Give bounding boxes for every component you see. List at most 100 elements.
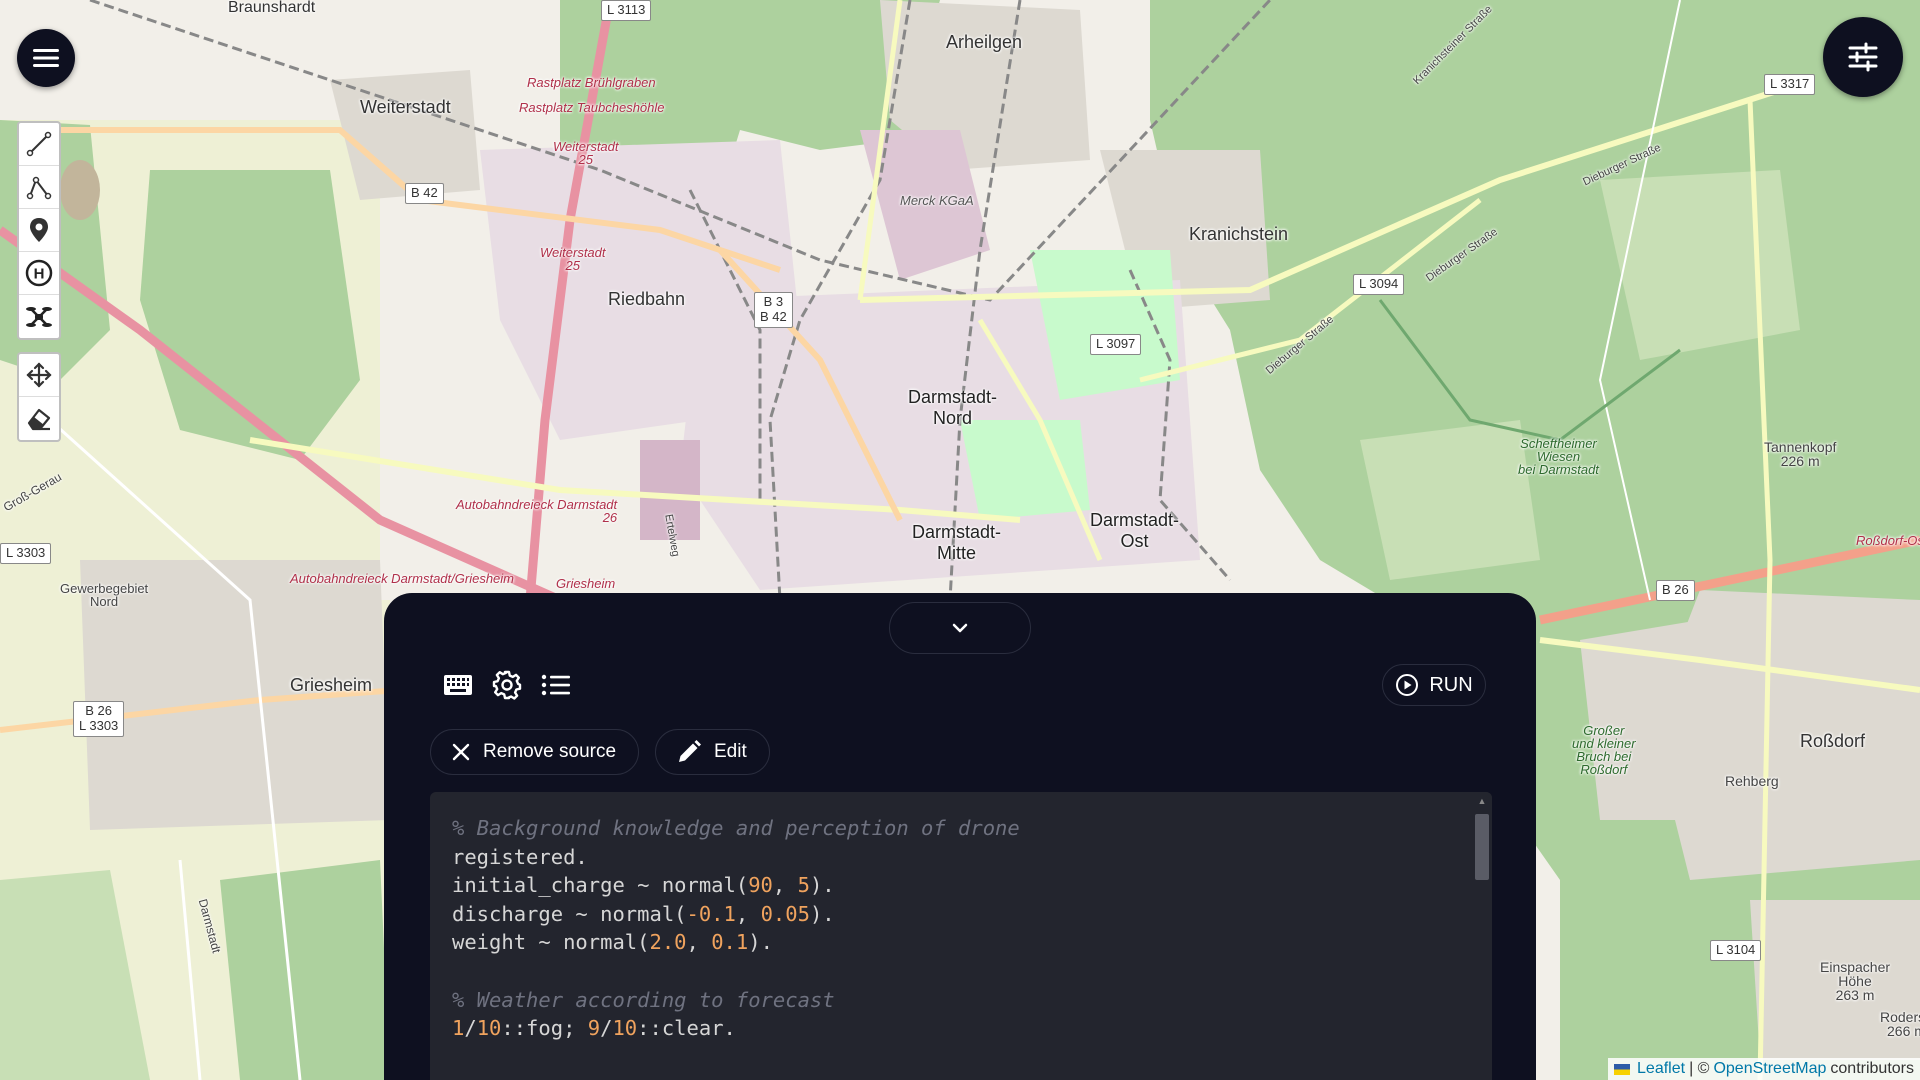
code-token: ::fog; [501,1016,588,1041]
map-attribution: Leaflet | © OpenStreetMap contributors [1608,1058,1920,1080]
code-line: 1/10::fog; 9/10::clear. [452,1014,1020,1043]
code-token: ). [809,873,835,898]
poi-label: Autobahndreieck Darmstadt 26 [456,497,618,525]
road-shield: B 26 [1656,580,1695,601]
code-number: 0.1 [711,930,749,955]
code-editor[interactable]: % Background knowledge and perception of… [430,792,1492,1080]
code-number: 0.05 [760,901,810,926]
code-token: ). [748,930,773,955]
drone-icon [26,306,52,327]
scroll-up-arrow-icon[interactable]: ▲ [1477,796,1487,806]
remove-source-label: Remove source [483,741,617,762]
nature-label: Scheftheimer Wiesen bei Darmstadt [1518,436,1599,477]
code-number: 2.0 [649,930,687,955]
poi-label: Weiterstadt 25 [540,245,606,273]
keyboard-button[interactable] [440,665,476,705]
attribution-separator: | © [1689,1060,1710,1077]
map-pin-icon [30,218,48,242]
road-shield: L 3113 [601,0,652,21]
code-number: -0.1 [686,901,736,926]
code-token: / [464,1016,477,1041]
peak-label: Einspacher Höhe 263 m [1820,959,1891,1003]
nature-label: Großer und kleiner Bruch bei Roßdorf [1572,723,1636,777]
poi-label: Weiterstadt 25 [553,139,619,167]
draw-drone-button[interactable] [19,295,59,338]
draw-helipad-button[interactable]: H [19,252,59,295]
gear-icon [492,670,522,700]
sliders-icon [1848,42,1878,72]
leaflet-link[interactable]: Leaflet [1637,1060,1685,1078]
settings-button[interactable] [489,665,525,705]
layers-settings-button[interactable] [1823,17,1903,97]
poi-label: Griesheim [556,576,616,591]
run-label: RUN [1429,673,1473,696]
code-line: discharge ~ normal(-0.1, 0.05). [452,900,1020,929]
code-token: discharge ~ normal( [452,901,687,926]
scrollbar-thumb[interactable] [1475,814,1489,880]
place-label: Weiterstadt [360,97,451,117]
editor-scrollbar[interactable]: ▲ ▼ [1472,792,1492,1080]
place-label: Roßdorf [1800,731,1866,751]
code-token: , [772,873,798,898]
eraser-icon [27,408,51,430]
code-number: 9 [587,1016,601,1041]
code-number: 10 [476,1016,502,1041]
code-line: % Background knowledge and perception of… [452,814,1020,843]
place-label: Riedbahn [608,289,686,309]
code-token: initial_charge ~ normal( [452,873,749,898]
ukraine-flag-icon [1614,1063,1631,1075]
place-label: Griesheim [290,675,373,695]
chevron-down-icon [952,623,968,633]
list-button[interactable] [538,665,574,705]
run-button[interactable]: RUN [1382,664,1486,706]
place-label: Braunshardt [228,0,316,16]
poi-label: Rastplatz Brühlgraben [527,75,656,90]
draw-line-button[interactable] [19,123,59,166]
pencil-icon [679,740,701,762]
road-shield: L 3094 [1353,274,1405,295]
code-line: registered. [452,843,1020,872]
collapse-panel-button[interactable] [889,602,1031,654]
code-number: 10 [612,1016,638,1041]
code-content[interactable]: % Background knowledge and perception of… [452,814,1020,1043]
polyline-icon [26,176,52,200]
play-circle-icon [1396,674,1419,696]
peak-label: Tannenkopf 226 m [1764,439,1837,469]
helipad-icon: H [25,259,53,287]
hamburger-icon [33,49,59,67]
place-label: Rehberg [1725,773,1779,789]
osm-link[interactable]: OpenStreetMap [1713,1060,1826,1078]
road-shield: L 3303 [0,543,52,564]
code-comment: % Weather according to forecast [452,987,835,1012]
edit-toolbar [17,352,61,442]
road-shield: L 3104 [1710,940,1762,961]
place-label: Gewerbegebiet Nord [60,581,149,609]
code-token: ). [809,901,835,926]
erase-button[interactable] [19,397,59,440]
place-label: Darmstadt- Ost [1090,510,1180,551]
code-token: weight ~ normal( [452,930,650,955]
list-icon [541,674,570,696]
remove-source-button[interactable]: Remove source [430,729,640,775]
draw-marker-button[interactable] [19,209,59,252]
place-label: Arheilgen [946,32,1023,52]
edit-label: Edit [714,741,747,762]
peak-label: Rodersb 266 m [1880,1009,1920,1039]
draw-polyline-button[interactable] [19,166,59,209]
poi-label: Roßdorf-Ost [1856,533,1920,548]
move-button[interactable] [19,354,59,397]
code-number: 90 [748,873,773,898]
code-number: 5 [797,873,810,898]
road-shield: B 3 B 42 [754,292,793,328]
code-token: , [686,930,712,955]
edit-button[interactable]: Edit [655,729,770,775]
menu-button[interactable] [17,29,75,87]
place-label: Darmstadt- Nord [908,387,998,428]
keyboard-icon [444,675,472,695]
line-icon [26,131,52,157]
code-line: % Weather according to forecast [452,986,1020,1015]
close-icon [452,743,470,761]
move-icon [26,362,52,388]
code-line: initial_charge ~ normal(90, 5). [452,871,1020,900]
